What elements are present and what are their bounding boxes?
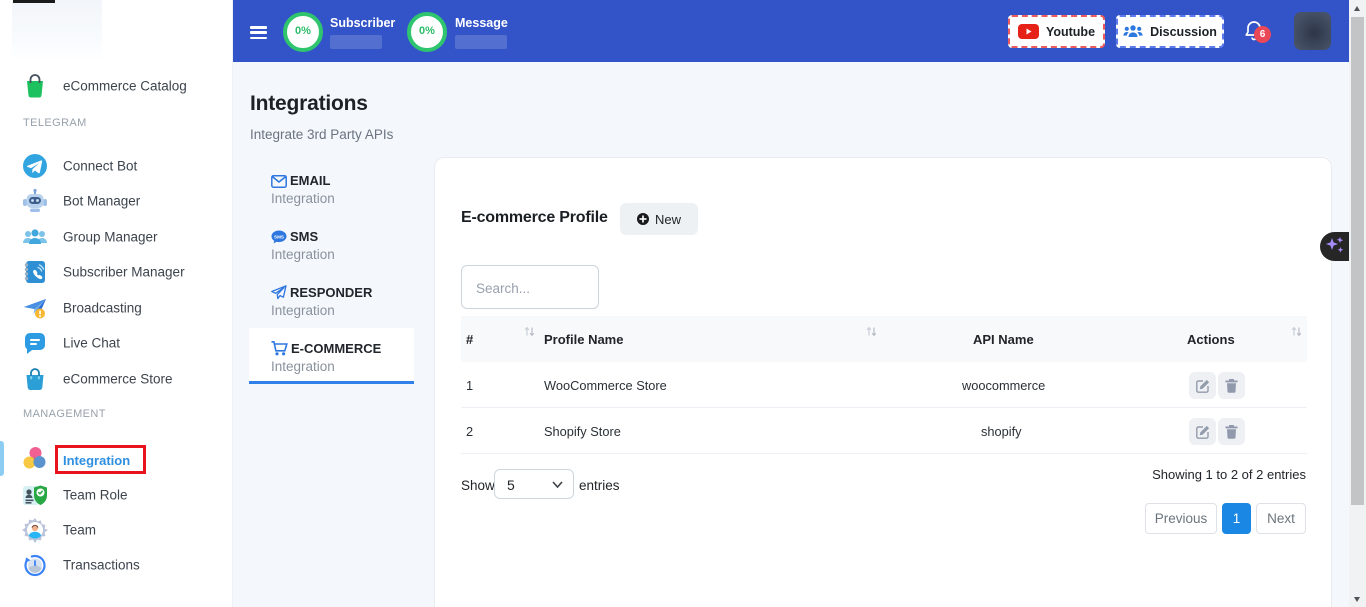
svg-text:SMS: SMS <box>274 235 284 240</box>
